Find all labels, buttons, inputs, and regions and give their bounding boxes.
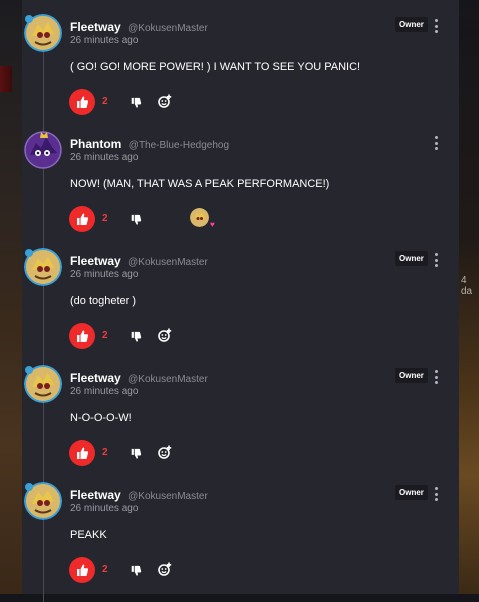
add-reaction-button[interactable] (158, 445, 172, 464)
author-name[interactable]: Phantom (70, 137, 121, 151)
author-row: Phantom @The-Blue-Hedgehog (70, 135, 229, 153)
heart-icon: ♥ (210, 220, 215, 229)
owner-badge: Owner (395, 485, 428, 500)
add-reaction-button[interactable] (158, 328, 172, 347)
comment-text: PEAKK (70, 529, 107, 541)
timestamp: 26 minutes ago (70, 35, 139, 46)
dislike-button[interactable] (130, 213, 142, 231)
comment-text: NOW! (MAN, THAT WAS A PEAK PERFORMANCE!) (70, 178, 330, 190)
thumbs-up-icon (77, 96, 89, 108)
like-button[interactable] (69, 557, 95, 583)
like-button[interactable] (69, 206, 95, 232)
add-emoji-icon (158, 562, 172, 576)
more-options-icon[interactable] (432, 136, 440, 150)
owner-badge: Owner (395, 368, 428, 383)
author-handle[interactable]: @KokusenMaster (128, 374, 208, 385)
like-count: 2 (102, 447, 108, 458)
thumbs-up-icon (77, 564, 89, 576)
like-count: 2 (102, 213, 108, 224)
comment-text: ( GO! GO! MORE POWER! ) I WANT TO SEE YO… (70, 61, 361, 73)
timestamp: 26 minutes ago (70, 386, 139, 397)
more-options-icon[interactable] (432, 253, 440, 267)
background-right-text: 4 da (461, 275, 473, 297)
comment-thread-panel: Fleetway @KokusenMaster 26 minutes ago O… (22, 0, 459, 602)
author-name[interactable]: Fleetway (70, 20, 121, 34)
add-emoji-icon (158, 328, 172, 342)
comment-text: (do togheter ) (70, 295, 137, 307)
author-handle[interactable]: @KokusenMaster (128, 23, 208, 34)
timestamp: 26 minutes ago (70, 269, 139, 280)
author-row: Fleetway @KokusenMaster (70, 486, 208, 504)
author-row: Fleetway @KokusenMaster (70, 369, 208, 387)
author-row: Fleetway @KokusenMaster (70, 252, 208, 270)
thumbs-down-icon (131, 214, 142, 225)
more-options-icon[interactable] (432, 487, 440, 501)
like-button[interactable] (69, 89, 95, 115)
like-count: 2 (102, 96, 108, 107)
online-badge-icon (24, 245, 34, 257)
online-badge-icon (24, 479, 34, 491)
add-reaction-button[interactable] (158, 562, 172, 581)
author-handle[interactable]: @The-Blue-Hedgehog (129, 140, 229, 151)
owner-badge: Owner (395, 251, 428, 266)
more-options-icon[interactable] (432, 19, 440, 33)
timestamp: 26 minutes ago (70, 503, 139, 514)
thumbs-up-icon (77, 330, 89, 342)
author-name[interactable]: Fleetway (70, 254, 121, 268)
like-count: 2 (102, 564, 108, 575)
dislike-button[interactable] (130, 564, 142, 582)
creator-liked-avatar (190, 208, 209, 227)
thumbs-down-icon (131, 448, 142, 459)
author-name[interactable]: Fleetway (70, 371, 121, 385)
add-emoji-icon (158, 94, 172, 108)
crown-badge-icon (39, 127, 49, 138)
more-options-icon[interactable] (432, 370, 440, 384)
thumbs-down-icon (131, 331, 142, 342)
add-emoji-icon (158, 445, 172, 459)
author-handle[interactable]: @KokusenMaster (128, 257, 208, 268)
thumbs-down-icon (131, 97, 142, 108)
author-handle[interactable]: @KokusenMaster (128, 491, 208, 502)
thumbs-up-icon (77, 447, 89, 459)
add-reaction-button[interactable] (158, 94, 172, 113)
author-name[interactable]: Fleetway (70, 488, 121, 502)
dislike-button[interactable] (130, 447, 142, 465)
online-badge-icon (24, 11, 34, 23)
background-right-edge (459, 0, 479, 594)
like-button[interactable] (69, 323, 95, 349)
dislike-button[interactable] (130, 330, 142, 348)
dislike-button[interactable] (130, 96, 142, 114)
online-badge-icon (24, 362, 34, 374)
thumbs-down-icon (131, 565, 142, 576)
background-left-strip (0, 66, 12, 92)
owner-badge: Owner (395, 17, 428, 32)
comment-text: N-O-O-O-W! (70, 412, 132, 424)
like-button[interactable] (69, 440, 95, 466)
author-row: Fleetway @KokusenMaster (70, 18, 208, 36)
like-count: 2 (102, 330, 108, 341)
timestamp: 26 minutes ago (70, 152, 139, 163)
thumbs-up-icon (77, 213, 89, 225)
